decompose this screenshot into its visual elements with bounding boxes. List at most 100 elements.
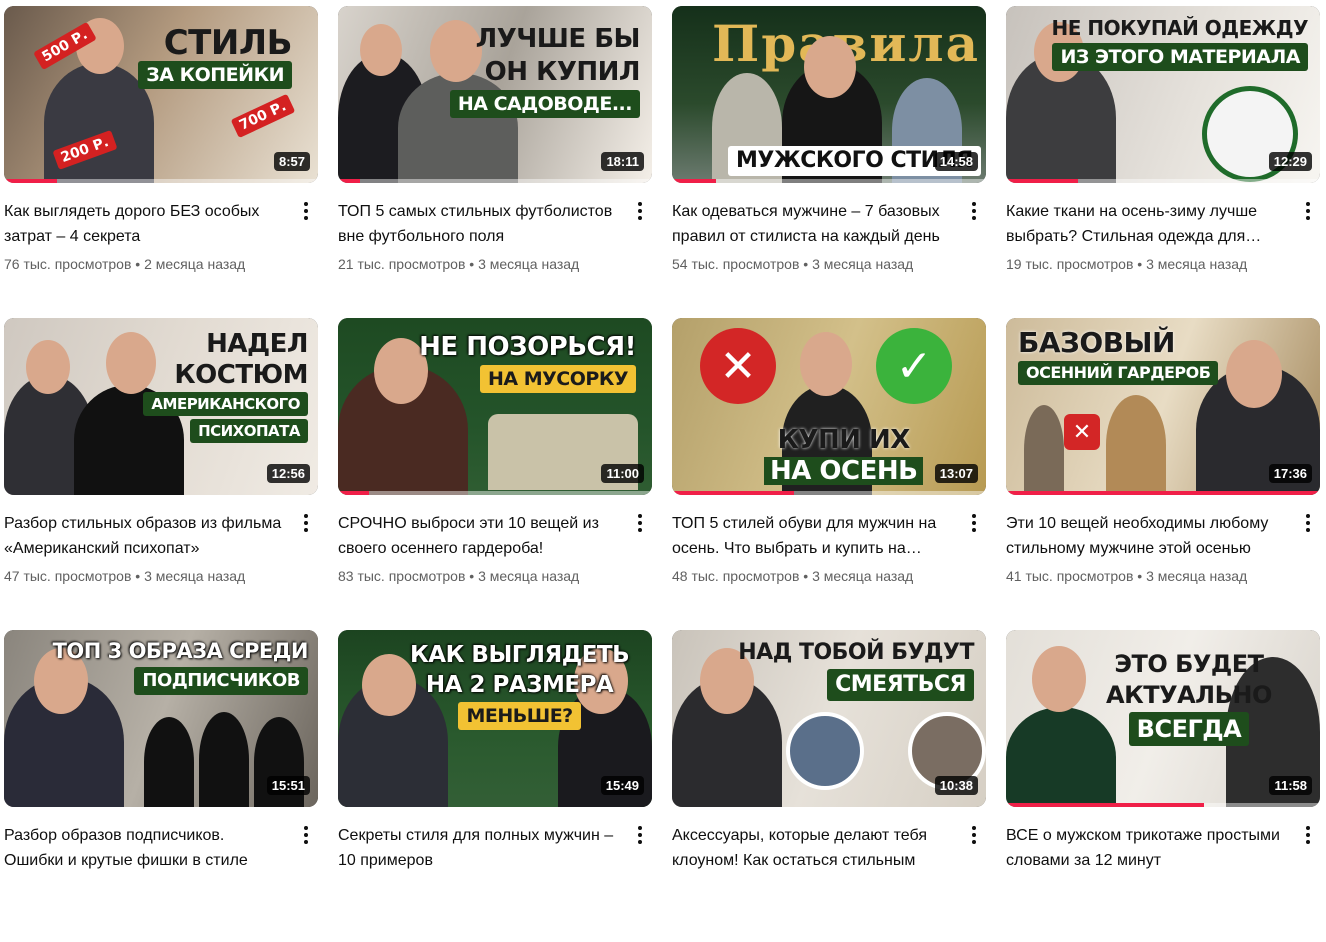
thumbnail-line: на садоводе... xyxy=(449,90,640,118)
video-thumbnail[interactable]: Лучше бы он купил на садоводе... 18:11 xyxy=(338,6,652,183)
video-title[interactable]: Разбор стильных образов из фильма «Амери… xyxy=(4,511,288,561)
video-thumbnail[interactable]: Правила мужского стиля 14:58 xyxy=(672,6,986,183)
view-count: 76 тыс. просмотров xyxy=(4,256,132,272)
video-thumbnail[interactable]: Над тобой будут смеяться 10:38 xyxy=(672,630,986,807)
video-title[interactable]: ТОП 5 самых стильных футболистов вне фут… xyxy=(338,199,622,249)
more-vert-icon[interactable] xyxy=(962,821,986,849)
more-vert-icon[interactable] xyxy=(294,509,318,537)
video-title[interactable]: Эти 10 вещей необходимы любому стильному… xyxy=(1006,511,1290,561)
video-card: Топ 3 образа среди подписчиков 15:51 Раз… xyxy=(4,630,318,942)
video-title[interactable]: Аксессуары, которые делают тебя клоуном!… xyxy=(672,823,956,873)
thumbnail-text: Базовый осенний гардероб xyxy=(1018,326,1219,385)
video-title[interactable]: Какие ткани на осень-зиму лучше выбрать?… xyxy=(1006,199,1290,249)
meta-separator: • xyxy=(135,568,141,584)
thumbnail-line: Базовый xyxy=(1018,326,1176,359)
thumbnail-face xyxy=(1226,340,1282,408)
video-card: Лучше бы он купил на садоводе... 18:11 Т… xyxy=(338,6,652,318)
upload-age: 3 месяца назад xyxy=(812,256,914,272)
video-thumbnail[interactable]: 500 Р. 200 Р. 700 Р. Стиль за копейки 8:… xyxy=(4,6,318,183)
video-title[interactable]: Как одеваться мужчине – 7 базовых правил… xyxy=(672,199,956,249)
more-vert-icon[interactable] xyxy=(1296,197,1320,225)
more-vert-icon[interactable] xyxy=(628,197,652,225)
video-meta: Разбор стильных образов из фильма «Амери… xyxy=(4,495,318,586)
more-vert-icon[interactable] xyxy=(628,821,652,849)
video-thumbnail[interactable]: ✕ Базовый осенний гардероб 17:36 xyxy=(1006,318,1320,495)
video-title[interactable]: Разбор образов подписчиков. Ошибки и кру… xyxy=(4,823,288,873)
video-meta: Разбор образов подписчиков. Ошибки и кру… xyxy=(4,807,318,873)
duration-badge: 11:00 xyxy=(601,464,644,483)
thumbnail-face xyxy=(1032,646,1086,712)
thumbnail-line: всегда xyxy=(1128,712,1250,746)
video-meta: Как одеваться мужчине – 7 базовых правил… xyxy=(672,183,986,274)
video-title[interactable]: Секреты стиля для полных мужчин – 10 при… xyxy=(338,823,622,873)
thumbnail-line: Купи их xyxy=(777,425,911,455)
video-meta: СРОЧНО выброси эти 10 вещей из своего ос… xyxy=(338,495,652,586)
upload-age: 3 месяца назад xyxy=(812,568,914,584)
cross-icon: ✕ xyxy=(1064,414,1100,450)
thumbnail-line: за копейки xyxy=(138,61,292,89)
meta-separator: • xyxy=(1137,568,1143,584)
thumbnail-line: на осень xyxy=(764,457,924,485)
more-vert-icon[interactable] xyxy=(962,197,986,225)
more-vert-icon[interactable] xyxy=(294,197,318,225)
video-thumbnail[interactable]: Надел костюм американского психопата 12:… xyxy=(4,318,318,495)
thumbnail-text: Лучше бы он купил на садоводе... xyxy=(449,24,641,118)
video-card: Над тобой будут смеяться 10:38 Аксессуар… xyxy=(672,630,986,942)
upload-age: 2 месяца назад xyxy=(144,256,246,272)
view-count: 83 тыс. просмотров xyxy=(338,568,466,584)
more-vert-icon[interactable] xyxy=(294,821,318,849)
video-stats: 48 тыс. просмотров • 3 месяца назад xyxy=(672,566,956,586)
upload-age: 3 месяца назад xyxy=(478,568,580,584)
thumbnail-line: Как выглядеть xyxy=(410,642,630,668)
video-title[interactable]: ВСЕ о мужском трикотаже простыми словами… xyxy=(1006,823,1290,873)
video-meta: Как выглядеть дорого БЕЗ особых затрат –… xyxy=(4,183,318,274)
thumbnail-text: Как выглядеть на 2 размера меньше? xyxy=(410,642,630,730)
video-grid: 500 Р. 200 Р. 700 Р. Стиль за копейки 8:… xyxy=(4,6,1324,942)
video-meta: ТОП 5 стилей обуви для мужчин на осень. … xyxy=(672,495,986,586)
thumbnail-text: Топ 3 образа среди подписчиков xyxy=(53,638,309,695)
video-title[interactable]: Как выглядеть дорого БЕЗ особых затрат –… xyxy=(4,199,288,249)
duration-badge: 12:56 xyxy=(266,464,310,483)
video-thumbnail[interactable]: Не покупай одежду из этого материала 12:… xyxy=(1006,6,1320,183)
video-thumbnail[interactable]: Не позорься! на мусорку 11:00 xyxy=(338,318,652,495)
video-meta: ВСЕ о мужском трикотаже простыми словами… xyxy=(1006,807,1320,873)
more-vert-icon[interactable] xyxy=(1296,821,1320,849)
video-card: Правила мужского стиля 14:58 Как одевать… xyxy=(672,6,986,318)
video-title[interactable]: СРОЧНО выброси эти 10 вещей из своего ос… xyxy=(338,511,622,561)
video-stats: 83 тыс. просмотров • 3 месяца назад xyxy=(338,566,622,586)
video-stats: 41 тыс. просмотров • 3 месяца назад xyxy=(1006,566,1290,586)
video-thumbnail[interactable]: Как выглядеть на 2 размера меньше? 15:49 xyxy=(338,630,652,807)
duration-badge: 10:38 xyxy=(934,776,978,795)
thumbnail-face xyxy=(362,654,416,716)
thumbnail-person xyxy=(1106,395,1166,495)
video-thumbnail[interactable]: ✕ ✓ Купи их на осень 13:07 xyxy=(672,318,986,495)
video-card: Как выглядеть на 2 размера меньше? 15:49… xyxy=(338,630,652,942)
video-thumbnail[interactable]: Это будет актуально всегда 11:58 xyxy=(1006,630,1320,807)
meta-separator: • xyxy=(1137,256,1143,272)
video-stats: 19 тыс. просмотров • 3 месяца назад xyxy=(1006,254,1290,274)
upload-age: 3 месяца назад xyxy=(144,568,246,584)
video-card: ✕ ✓ Купи их на осень 13:07 ТОП 5 стилей … xyxy=(672,318,986,630)
video-thumbnail[interactable]: Топ 3 образа среди подписчиков 15:51 xyxy=(4,630,318,807)
thumbnail-line: осенний гардероб xyxy=(1018,361,1219,385)
video-card: 500 Р. 200 Р. 700 Р. Стиль за копейки 8:… xyxy=(4,6,318,318)
thumbnail-text: Не позорься! на мусорку xyxy=(419,332,636,393)
thumbnail-line: актуально xyxy=(1106,681,1272,709)
duration-badge: 12:29 xyxy=(1268,152,1312,171)
video-meta: Эти 10 вещей необходимы любому стильному… xyxy=(1006,495,1320,586)
video-title[interactable]: ТОП 5 стилей обуви для мужчин на осень. … xyxy=(672,511,956,561)
thumbnail-line: костюм xyxy=(174,360,308,390)
meta-separator: • xyxy=(803,256,809,272)
video-card: Это будет актуально всегда 11:58 ВСЕ о м… xyxy=(1006,630,1320,942)
duration-badge: 13:07 xyxy=(934,464,978,483)
more-vert-icon[interactable] xyxy=(1296,509,1320,537)
more-vert-icon[interactable] xyxy=(962,509,986,537)
view-count: 48 тыс. просмотров xyxy=(672,568,800,584)
tie-closeup xyxy=(786,712,864,790)
more-vert-icon[interactable] xyxy=(628,509,652,537)
thumbnail-line: из этого материала xyxy=(1052,43,1308,71)
thumbnail-line: Над тобой будут xyxy=(738,640,974,665)
video-stats: 54 тыс. просмотров • 3 месяца назад xyxy=(672,254,956,274)
thumbnail-line: подписчиков xyxy=(134,667,308,695)
cross-icon: ✕ xyxy=(700,328,776,404)
